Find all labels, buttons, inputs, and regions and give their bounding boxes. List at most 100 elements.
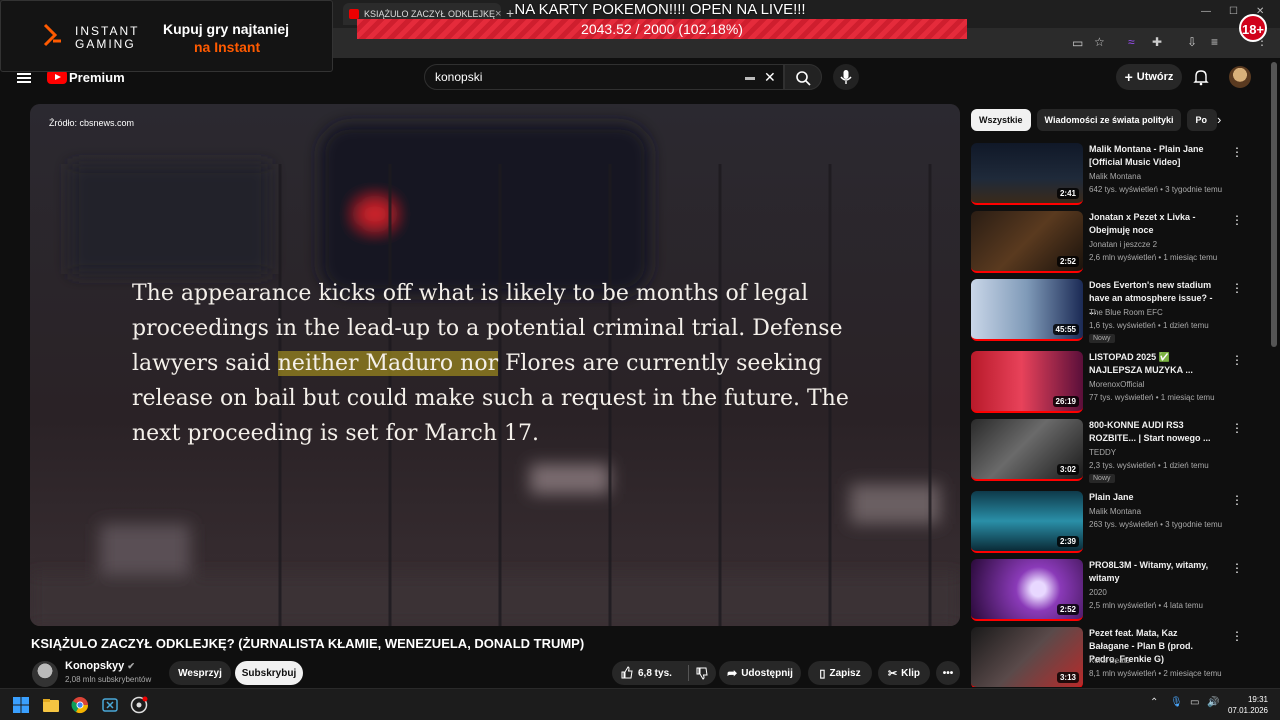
video-player[interactable]: Źródło: cbsnews.com The appearance kicks… [30,104,960,626]
more-actions-button[interactable]: ••• [936,661,960,685]
video-thumbnail[interactable]: 2:39 [971,491,1083,553]
hamburger-menu-icon[interactable] [17,73,31,83]
rec-channel[interactable]: The Blue Room EFC [1089,308,1163,317]
recommendation-item[interactable]: 2:52 PRO8L3M - Witamy, witamy, witamy 20… [971,559,1243,623]
clear-search-icon[interactable]: ✕ [764,69,776,86]
rec-channel[interactable]: TEDDY [1089,448,1116,457]
video-quote-text: The appearance kicks off what is likely … [132,276,852,451]
video-thumbnail[interactable]: 3:02 [971,419,1083,481]
subscriber-count: 2,08 mln subskrybentów [65,675,152,684]
voice-search-button[interactable] [833,64,859,90]
recommendation-item[interactable]: 3:13 Pezet feat. Mata, Kaz Bałagane - Pl… [971,627,1241,687]
support-button[interactable]: Wesprzyj [169,661,231,685]
rec-channel[interactable]: Jonatan i jeszcze 2 [1089,240,1157,249]
taskbar: ⌃ 🎙 ▭ 🔊 19:31 07.01.2026 [0,688,1280,720]
recommendation-item[interactable]: 2:39 Plain Jane Malik Montana 263 tys. w… [971,491,1243,555]
ad-overlay: INSTANT GAMING Kupuj gry najtaniej na In… [0,0,333,72]
recommendation-item[interactable]: 3:02 800-KONNE AUDI RS3 ROZBITE... | Sta… [971,419,1243,483]
more-vertical-icon[interactable]: ⋮ [1231,629,1241,643]
logo-text[interactable]: Premium [69,70,125,85]
recommendation-item[interactable]: 26:19 LISTOPAD 2025 ✅ NAJLEPSZA MUZYKA .… [971,351,1243,415]
save-button[interactable]: ▯ Zapisz [808,661,872,685]
system-clock[interactable]: 19:31 07.01.2026 [1228,694,1268,716]
subscribe-button[interactable]: Subskrybuj [235,661,303,685]
video-thumbnail[interactable]: 45:55 [971,279,1083,341]
more-vertical-icon[interactable]: ⋮ [1231,353,1243,367]
network-icon[interactable]: ▭ [1190,697,1199,708]
share-button[interactable]: ➦ Udostępnij [719,661,801,685]
more-vertical-icon[interactable]: ⋮ [1231,561,1243,575]
rec-title[interactable]: Malik Montana - Plain Jane [Official Mus… [1089,143,1217,169]
volume-icon[interactable]: 🔊 [1207,697,1219,708]
create-button[interactable]: + Utwórz [1116,64,1182,90]
more-vertical-icon[interactable]: ⋮ [1231,213,1243,227]
rec-title[interactable]: Plain Jane [1089,491,1217,504]
quote-highlight: neither Maduro nor [277,351,499,376]
rec-meta: 263 tys. wyświetleń • 3 tygodnie temu [1089,520,1223,529]
search-input[interactable]: konopski [424,64,784,90]
more-vertical-icon[interactable]: ⋮ [1231,145,1243,159]
keyboard-icon[interactable]: ▬ [745,72,755,83]
like-divider [688,665,689,681]
clip-button[interactable]: ✂ Klip [878,661,930,685]
download-icon[interactable]: ⇩ [1187,35,1197,49]
chevron-right-icon[interactable]: › [1217,112,1221,127]
search-icon [796,71,811,86]
maximize-button[interactable]: ☐ [1229,6,1238,17]
youtube-logo-icon[interactable] [47,70,67,84]
app-icon[interactable] [101,696,119,714]
rec-title[interactable]: PRO8L3M - Witamy, witamy, witamy [1089,559,1217,585]
page-scrollbar[interactable] [1271,62,1277,347]
ad-brand-line2: GAMING [75,37,136,51]
account-avatar[interactable] [1229,66,1251,88]
tray-mic-icon[interactable]: 🎙 [1170,697,1183,708]
obs-icon[interactable] [130,696,148,714]
chrome-icon[interactable] [71,696,89,714]
bookmark-star-icon[interactable]: ☆ [1094,35,1105,49]
recommendation-item[interactable]: 45:55 Does Everton's new stadium have an… [971,279,1243,343]
channel-avatar[interactable] [32,661,58,687]
more-vertical-icon[interactable]: ⋮ [1231,281,1243,295]
video-thumbnail[interactable]: 3:13 [971,627,1083,687]
cast-icon[interactable]: ▭ [1072,36,1083,50]
video-thumbnail[interactable]: 26:19 [971,351,1083,413]
minimize-button[interactable]: — [1201,6,1211,17]
rec-channel[interactable]: Malik Montana [1089,172,1141,181]
recommendation-item[interactable]: 2:52 Jonatan x Pezet x Livka - Obejmuję … [971,211,1243,275]
chip-all[interactable]: Wszystkie [971,109,1031,131]
chip-more[interactable]: Po [1187,109,1218,131]
rec-title[interactable]: Jonatan x Pezet x Livka - Obejmuję noce [1089,211,1217,237]
recommendation-item[interactable]: 2:41 Malik Montana - Plain Jane [Officia… [971,143,1243,207]
video-thumbnail[interactable]: 2:52 [971,211,1083,273]
youtube-favicon-icon [349,9,359,19]
rec-channel[interactable]: Koka Beats [1089,656,1130,665]
thumbs-down-icon[interactable] [695,666,709,680]
channel-name[interactable]: Konopskyy ✔ [65,660,135,672]
clock-time: 19:31 [1247,695,1268,704]
like-count: 6,8 tys. [638,667,672,679]
search-button[interactable] [784,64,822,90]
more-vertical-icon[interactable]: ⋮ [1231,493,1243,507]
rec-title[interactable]: 800-KONNE AUDI RS3 ROZBITE... | Start no… [1089,419,1217,445]
rec-channel[interactable]: 2020 [1089,588,1107,597]
rec-title[interactable]: LISTOPAD 2025 ✅ NAJLEPSZA MUZYKA ... [1089,351,1217,377]
chip-politics[interactable]: Wiadomości ze świata polityki [1036,109,1182,131]
thumbs-up-icon [621,666,633,679]
more-vertical-icon[interactable]: ⋮ [1231,421,1243,435]
video-thumbnail[interactable]: 2:52 [971,559,1083,621]
puzzle-icon[interactable]: ✚ [1152,35,1162,49]
rec-meta: 77 tys. wyświetleń • 1 miesiąc temu [1089,393,1215,402]
tab-search-icon[interactable]: ≡ [1211,35,1218,49]
file-explorer-icon[interactable] [42,696,60,714]
microphone-icon [840,70,852,84]
ad-brand: INSTANT GAMING [75,25,139,51]
notifications-bell-icon[interactable] [1192,68,1210,86]
create-label: Utwórz [1136,71,1174,83]
rec-channel[interactable]: Malik Montana [1089,507,1141,516]
like-button[interactable]: 6,8 tys. [620,666,672,680]
extension-icon[interactable]: ≈ [1128,35,1135,49]
video-thumbnail[interactable]: 2:41 [971,143,1083,205]
windows-start-icon[interactable] [12,696,30,714]
rec-channel[interactable]: MorenoxOfficial [1089,380,1144,389]
tray-chevron-up-icon[interactable]: ⌃ [1150,697,1158,708]
